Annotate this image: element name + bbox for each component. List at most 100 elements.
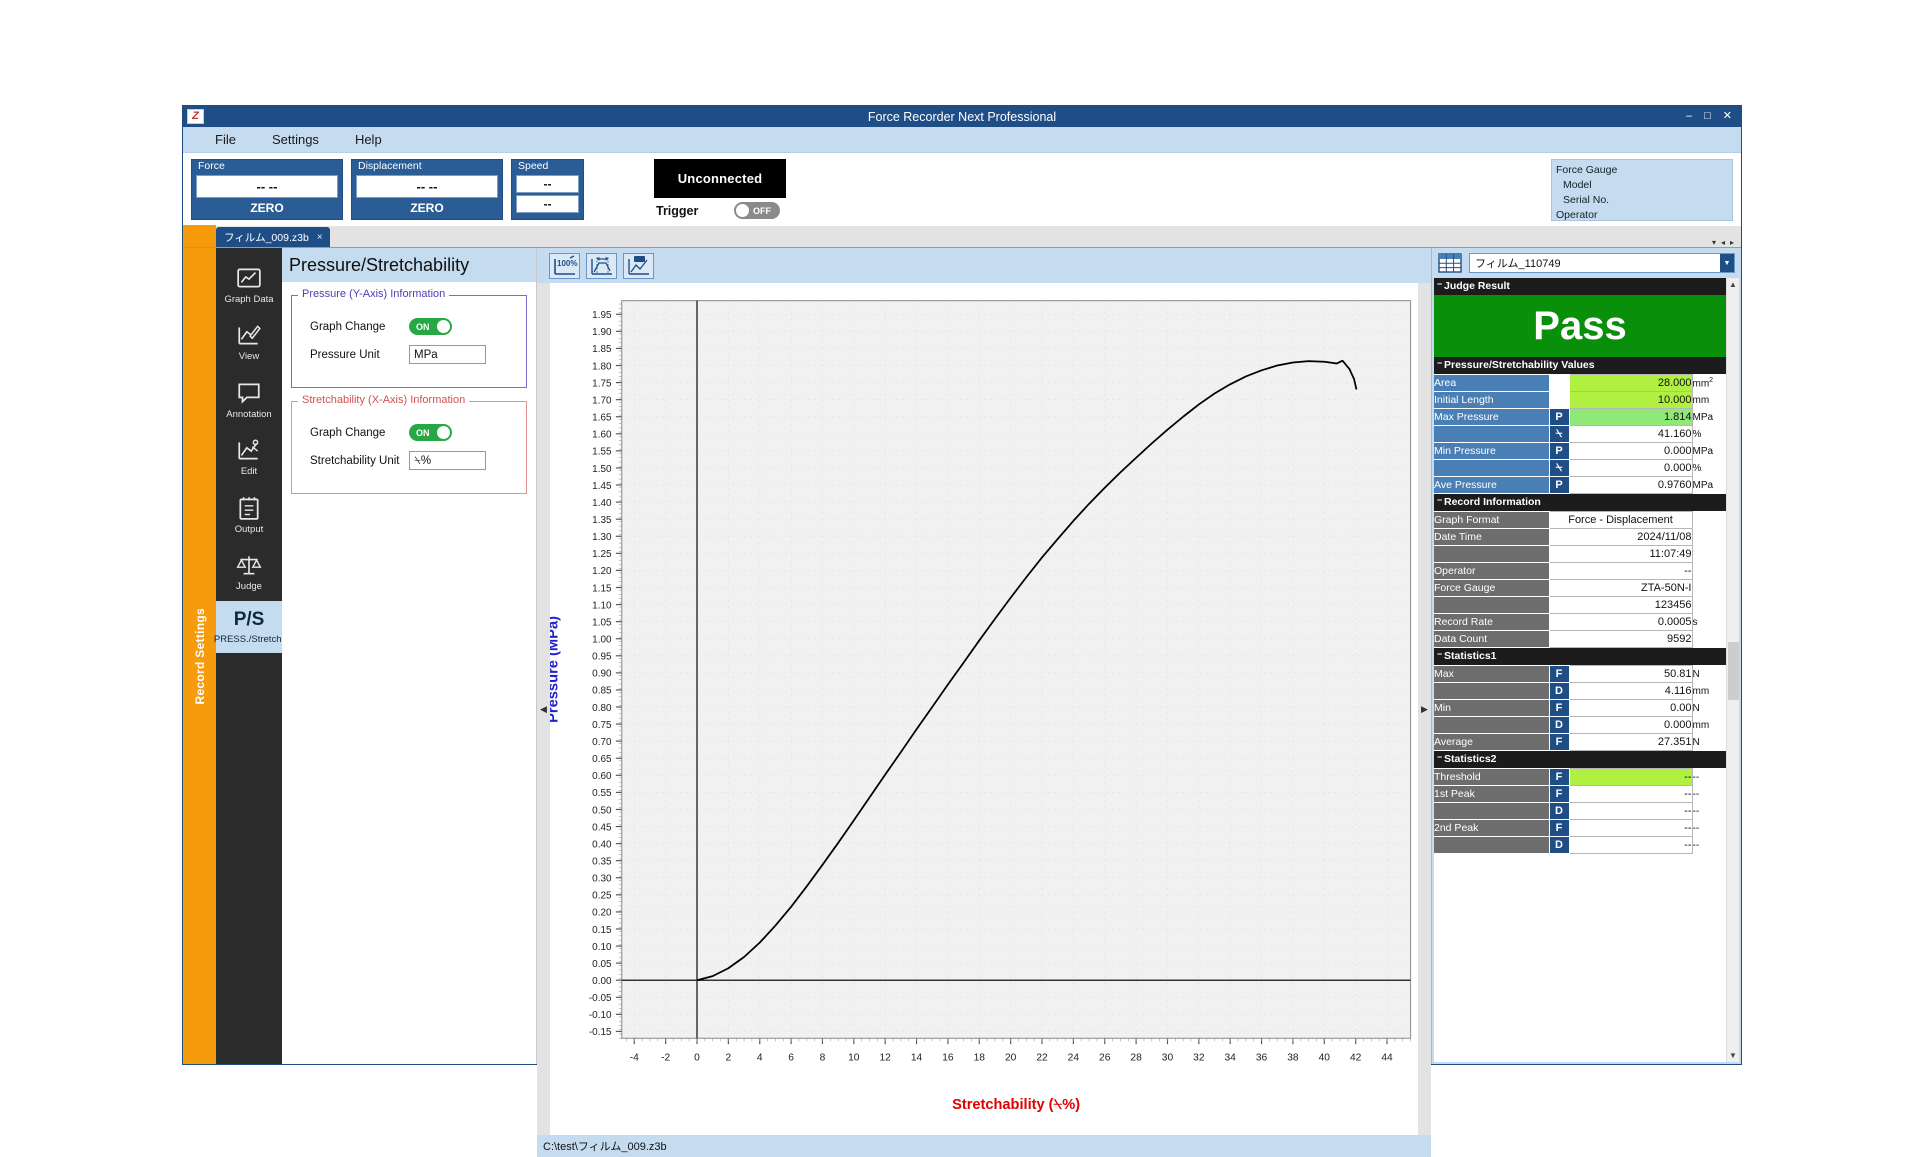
row-value[interactable]: 50.81	[1568, 665, 1693, 683]
speed-value-1: --	[516, 174, 579, 193]
status-bar: C:\test\フィルム_009.z3b	[537, 1135, 1431, 1157]
row-symbol: D	[1549, 836, 1570, 854]
tab-close-icon[interactable]: ×	[317, 232, 323, 243]
window-title: Force Recorder Next Professional	[867, 109, 1057, 124]
sidebar-item-annotation[interactable]: Annotation	[216, 371, 282, 428]
sidebar-item-press-stretch[interactable]: P/S PRESS./Stretch.	[214, 600, 284, 654]
row-value[interactable]: 2024/11/08	[1548, 528, 1693, 546]
row-value[interactable]: ZTA-50N-I	[1548, 579, 1693, 597]
table-grid-icon[interactable]	[1438, 253, 1462, 273]
tab-scroll-left-icon[interactable]: ◂	[1721, 238, 1725, 247]
tick-label-y: 0.50	[592, 805, 612, 816]
minimize-button[interactable]: –	[1686, 111, 1692, 122]
judge-result-header[interactable]: Judge Result	[1434, 278, 1726, 295]
close-button[interactable]: ✕	[1723, 111, 1732, 122]
row-value[interactable]: --	[1568, 785, 1693, 803]
speed-readout-panel: Speed -- --	[511, 159, 584, 220]
row-label: Min	[1434, 699, 1550, 717]
displacement-label: Displacement	[358, 160, 422, 172]
force-gauge-info-panel: Force Gauge Model Serial No. Operator	[1551, 159, 1733, 221]
sidebar-item-judge[interactable]: Judge	[216, 543, 282, 600]
displacement-value: -- --	[356, 174, 498, 198]
force-zero-button[interactable]: ZERO	[196, 198, 338, 215]
collapse-left-button[interactable]: ◀	[537, 283, 550, 1136]
pressure-unit-input[interactable]: MPa	[409, 345, 486, 364]
menu-item-help[interactable]: Help	[337, 130, 400, 149]
row-unit: mm	[1692, 719, 1710, 731]
row-value[interactable]: 9592	[1548, 630, 1693, 648]
stretch-graph-change-toggle[interactable]: ON	[409, 424, 452, 441]
tick-label-y: 0.95	[592, 652, 612, 663]
row-value[interactable]: --	[1568, 819, 1693, 837]
row-value[interactable]: --	[1568, 768, 1693, 786]
tick-label-y: 0.15	[592, 925, 612, 936]
row-value[interactable]: 0.000	[1568, 459, 1693, 477]
result-scrollbar[interactable]: ▲ ▼	[1726, 278, 1739, 1062]
toggle-knob-icon	[437, 320, 450, 333]
record-selector-combo[interactable]: フィルム_110749 ▼	[1469, 253, 1735, 273]
sidebar-item-graph-data[interactable]: Graph Data	[216, 256, 282, 313]
row-label: 1st Peak	[1434, 785, 1550, 803]
table-row: ⍀ 0.000%	[1434, 459, 1726, 477]
stretch-graph-change-label: Graph Change	[310, 426, 386, 439]
pressure-graph-change-toggle[interactable]: ON	[409, 318, 452, 335]
row-label: Ave Pressure	[1434, 476, 1550, 494]
sidebar-item-edit[interactable]: Edit	[216, 428, 282, 485]
tick-label-x: 8	[820, 1052, 826, 1063]
statistics2-header[interactable]: Statistics2	[1434, 751, 1726, 768]
tab-scroll-right-icon[interactable]: ▸	[1730, 238, 1734, 247]
sidebar-item-view[interactable]: View	[216, 313, 282, 370]
menu-item-file[interactable]: File	[197, 130, 254, 149]
trigger-label: Trigger	[656, 203, 699, 218]
sidebar-item-output[interactable]: Output	[216, 486, 282, 543]
edit-graph-icon	[238, 439, 259, 460]
tab-dropdown-icon[interactable]: ▾	[1712, 238, 1716, 247]
row-value[interactable]: 11:07:49	[1548, 545, 1693, 563]
tick-label-y: 0.00	[592, 976, 612, 987]
record-settings-label: Record Settings	[192, 607, 207, 705]
trigger-toggle[interactable]: OFF	[734, 202, 780, 219]
row-value[interactable]: --	[1568, 802, 1693, 820]
row-value[interactable]: 0.000	[1568, 716, 1693, 734]
scroll-up-icon[interactable]: ▲	[1729, 278, 1737, 291]
displacement-zero-button[interactable]: ZERO	[356, 198, 498, 215]
annotate-graph-button[interactable]	[623, 252, 654, 279]
row-value[interactable]: 41.160	[1568, 425, 1693, 443]
row-value[interactable]: 28.000	[1568, 374, 1693, 392]
row-symbol: P	[1549, 408, 1570, 426]
pressure-values-header[interactable]: Pressure/Stretchability Values	[1434, 357, 1726, 374]
maximize-button[interactable]: □	[1704, 111, 1711, 122]
row-value[interactable]: 0.9760	[1568, 476, 1693, 494]
judge-result-value: Pass	[1533, 304, 1627, 348]
row-value[interactable]: 27.351	[1568, 733, 1693, 751]
record-information-header[interactable]: Record Information	[1434, 494, 1726, 511]
menu-item-settings[interactable]: Settings	[254, 130, 337, 149]
statistics1-header[interactable]: Statistics1	[1434, 648, 1726, 665]
row-value[interactable]: --	[1548, 562, 1693, 580]
table-row: Max F 50.81 N	[1434, 665, 1726, 683]
row-value[interactable]: 0.0005	[1548, 613, 1693, 631]
stretch-unit-input[interactable]: ⍀%	[409, 451, 486, 470]
row-value[interactable]: 123456	[1548, 596, 1693, 614]
fit-width-button[interactable]	[586, 252, 617, 279]
scrollbar-thumb[interactable]	[1727, 642, 1739, 700]
row-value[interactable]: Force - Displacement	[1548, 511, 1693, 529]
annotate-graph-icon	[627, 255, 649, 275]
scroll-down-icon[interactable]: ▼	[1729, 1049, 1737, 1062]
plot-area[interactable]: ◀ ▶ -0.15 -0.10 -0.05 0.00 0.05 0.10 0.15 0.20 0…	[537, 283, 1431, 1136]
row-value[interactable]: 10.000	[1568, 391, 1693, 409]
stretch-unit-label: Stretchability Unit	[310, 454, 400, 467]
row-value[interactable]: 0.00	[1568, 699, 1693, 717]
tick-label-y: 1.85	[592, 344, 612, 355]
row-value[interactable]: 4.116	[1568, 682, 1693, 700]
row-symbol: ⍀	[1549, 459, 1570, 477]
row-value[interactable]: 0.000	[1568, 442, 1693, 460]
plot-background	[621, 300, 1412, 1039]
chevron-down-icon[interactable]: ▼	[1720, 254, 1734, 272]
row-value[interactable]: --	[1568, 836, 1693, 854]
zoom-100-percent-button[interactable]: 100%	[549, 252, 580, 279]
tab-film-009[interactable]: フィルム_009.z3b ×	[216, 227, 330, 247]
record-settings-accent-bar[interactable]: Record Settings	[183, 248, 216, 1064]
collapse-right-button[interactable]: ▶	[1418, 283, 1431, 1136]
row-value[interactable]: 1.814	[1568, 408, 1693, 426]
